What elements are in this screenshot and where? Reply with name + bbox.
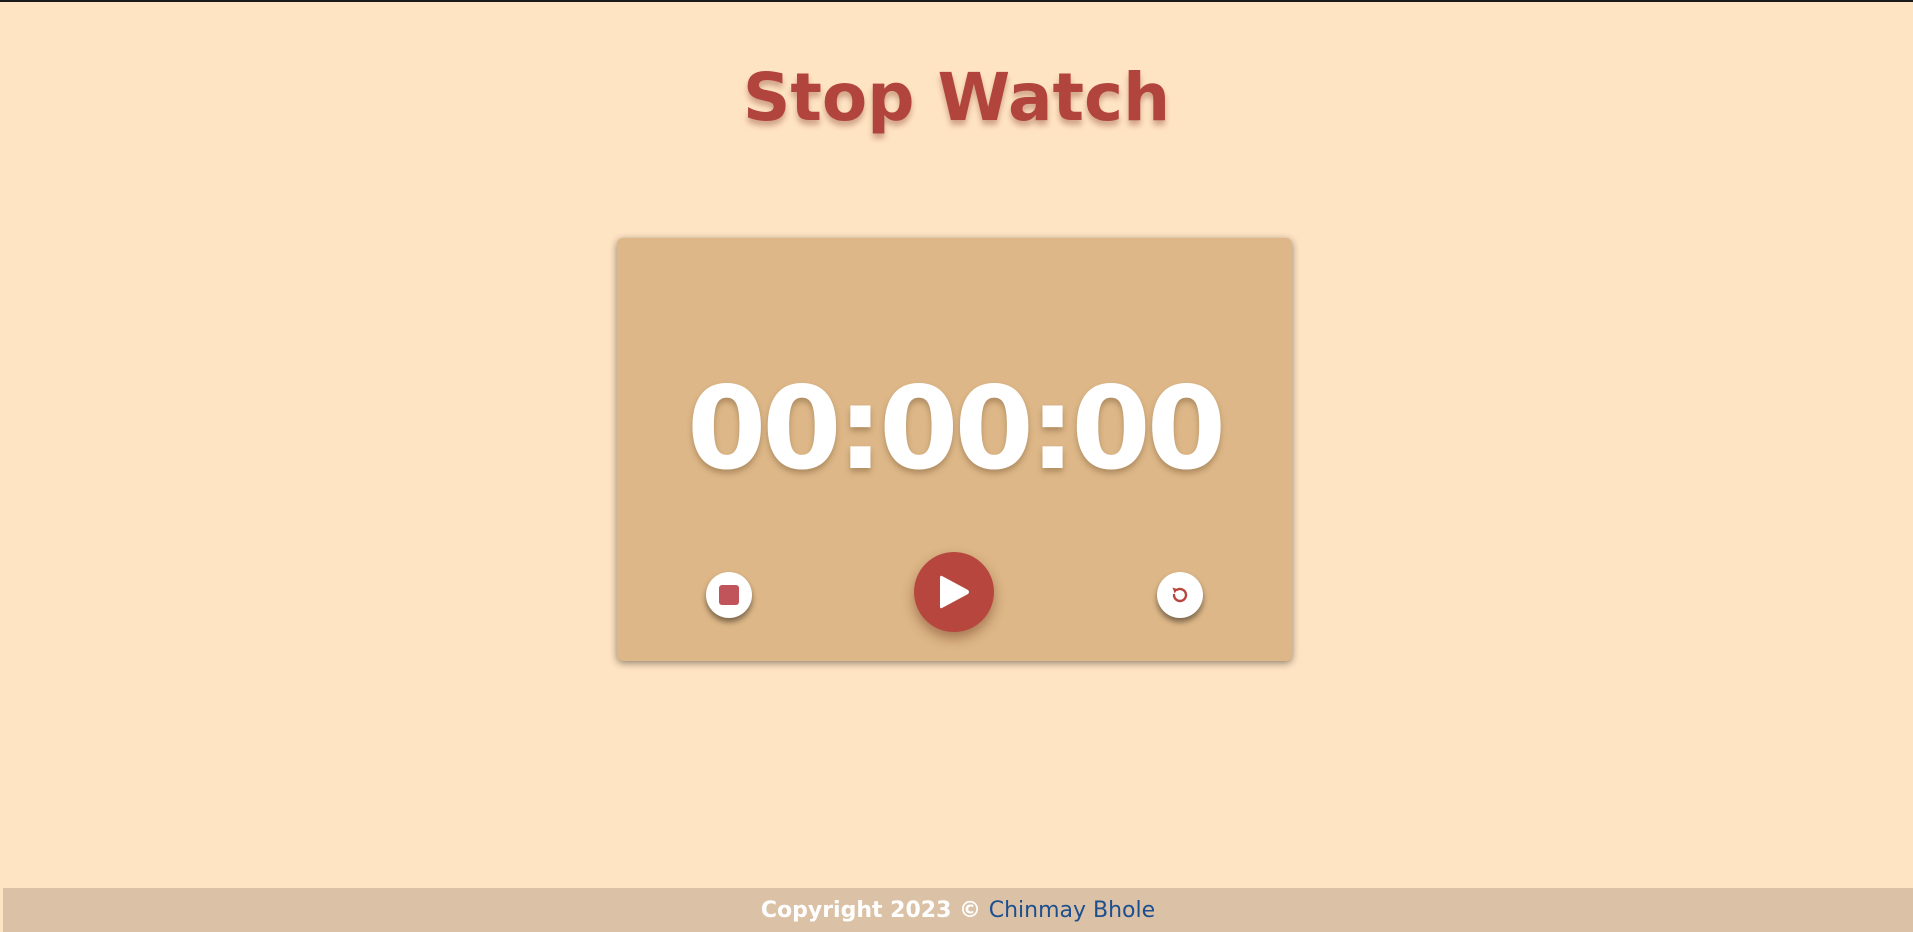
author-link[interactable]: Chinmay Bhole [989, 898, 1155, 923]
reset-icon [1172, 587, 1188, 603]
footer: Copyright 2023 © Chinmay Bhole [3, 888, 1913, 932]
reset-button[interactable] [1157, 572, 1203, 618]
play-button[interactable] [914, 552, 994, 632]
stop-button[interactable] [706, 572, 752, 618]
page-title: Stop Watch [742, 59, 1171, 136]
stopwatch-card: 00:00:00 [617, 238, 1292, 661]
copyright-text: Copyright 2023 © [760, 898, 989, 923]
time-display: 00:00:00 [686, 362, 1226, 495]
play-icon [940, 575, 969, 609]
stop-icon [719, 585, 739, 605]
